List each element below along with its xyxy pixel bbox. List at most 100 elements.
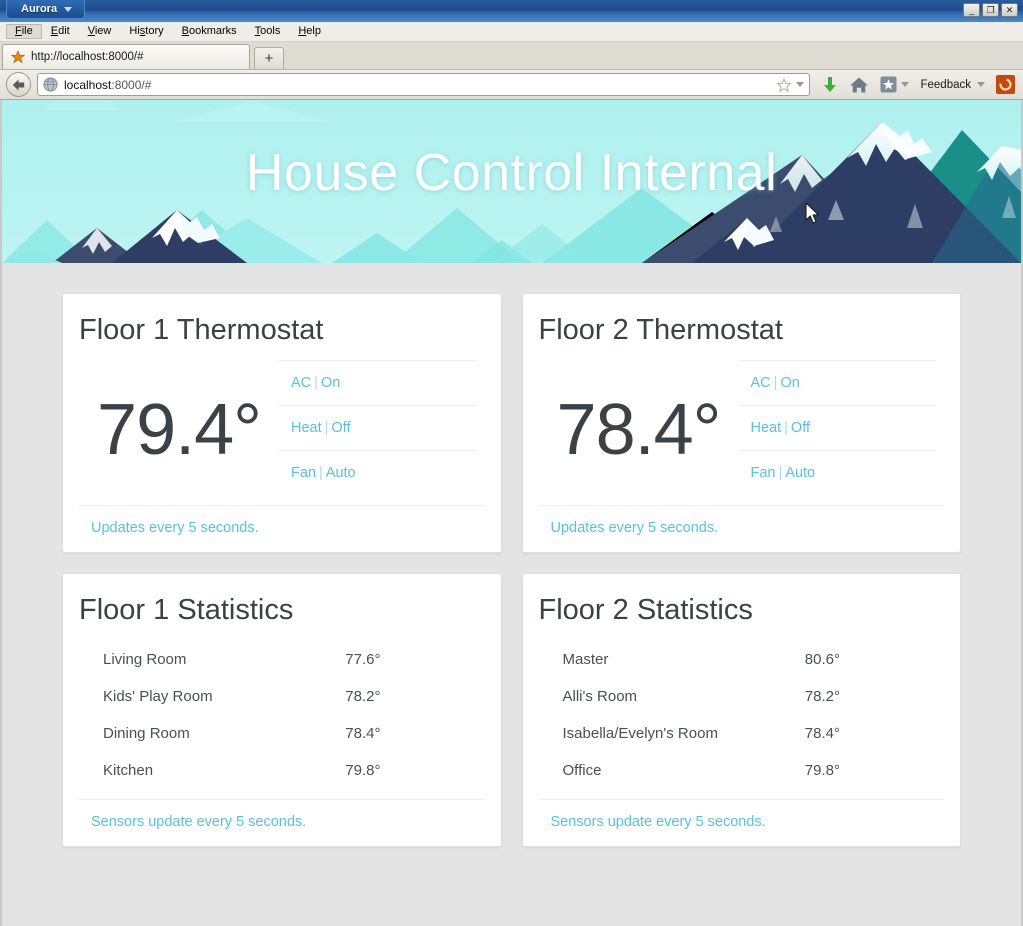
room-temperature: 77.6° xyxy=(345,650,381,668)
page-title: House Control Internal xyxy=(245,143,778,202)
menu-history[interactable]: History xyxy=(120,24,172,39)
thermostat-body: 79.4° AC | On Heat | Off Fan | Auto xyxy=(79,352,485,495)
menu-view[interactable]: View xyxy=(79,24,121,39)
new-tab-label: + xyxy=(264,50,274,67)
download-arrow-icon[interactable] xyxy=(822,76,838,94)
room-temperature: 78.4° xyxy=(804,724,840,742)
dashboard-grid: Floor 1 Thermostat 79.4° AC | On Heat | Off … xyxy=(2,263,1021,847)
hero-banner: House Control Internal xyxy=(2,100,1021,263)
table-row: Kitchen 79.8° xyxy=(79,752,485,789)
extension-icon[interactable] xyxy=(996,75,1015,94)
card-title: Floor 1 Thermostat xyxy=(79,314,324,346)
mode-value: On xyxy=(320,375,341,392)
menu-tools[interactable]: Tools xyxy=(246,24,290,39)
close-button[interactable]: ✕ xyxy=(1001,3,1018,17)
chevron-down-icon xyxy=(64,6,73,12)
browser-window: Aurora _ ❐ ✕ File Edit View History Book… xyxy=(0,0,1023,926)
mode-name: Fan xyxy=(291,465,316,482)
feedback-label: Feedback xyxy=(920,78,971,91)
minimize-button[interactable]: _ xyxy=(963,3,980,17)
app-menu-label: Aurora xyxy=(21,3,58,15)
toolbar-icons: Feedback xyxy=(816,75,1017,94)
card-footer-note[interactable]: Updates every 5 seconds. xyxy=(538,505,944,552)
window-controls: _ ❐ ✕ xyxy=(963,3,1018,17)
menu-bookmarks[interactable]: Bookmarks xyxy=(173,24,246,39)
address-dropdown-icon[interactable] xyxy=(796,82,805,87)
room-temperature: 78.2° xyxy=(804,687,840,705)
mode-row-ac[interactable]: AC | On xyxy=(279,360,477,405)
close-icon: ✕ xyxy=(1005,4,1014,15)
room-temperature: 79.8° xyxy=(804,761,840,779)
mode-value: Off xyxy=(331,420,351,437)
card-title: Floor 2 Thermostat xyxy=(538,314,783,346)
room-name: Living Room xyxy=(103,650,187,668)
card-title: Floor 2 Statistics xyxy=(538,594,753,627)
home-icon[interactable] xyxy=(849,76,869,94)
bookmarks-menu[interactable] xyxy=(880,76,910,93)
minimize-icon: _ xyxy=(968,4,974,15)
back-arrow-icon xyxy=(12,79,25,90)
table-row: Dining Room 78.4° xyxy=(79,715,485,752)
menu-bar: File Edit View History Bookmarks Tools H… xyxy=(0,22,1023,42)
mode-name: AC xyxy=(291,375,312,392)
room-name: Master xyxy=(562,650,609,668)
table-row: Living Room 77.6° xyxy=(79,641,485,678)
statistics-list: Living Room 77.6° Kids' Play Room 78.2° … xyxy=(79,633,485,789)
page-viewport: House Control Internal Floor 1 Thermosta… xyxy=(0,100,1023,926)
room-name: Dining Room xyxy=(103,724,190,742)
title-bar: Aurora _ ❐ ✕ xyxy=(0,0,1023,22)
feedback-button[interactable]: Feedback xyxy=(920,79,985,91)
mode-value: Auto xyxy=(785,465,816,482)
room-name: Isabella/Evelyn's Room xyxy=(562,724,718,742)
bookmarks-dropdown-icon xyxy=(901,82,910,87)
room-name: Office xyxy=(562,761,602,779)
mode-name: Heat xyxy=(291,420,322,437)
star-icon xyxy=(11,50,25,64)
app-menu-button[interactable]: Aurora xyxy=(6,0,86,19)
url-host: localhost xyxy=(64,77,112,92)
current-temperature: 79.4° xyxy=(97,390,262,471)
mode-list: AC | On Heat | Off Fan | Auto xyxy=(738,360,945,495)
tab-title: http://localhost:8000/# xyxy=(31,51,144,63)
mode-row-fan[interactable]: Fan | Auto xyxy=(279,450,477,495)
menu-help[interactable]: Help xyxy=(289,24,330,39)
mode-name: Heat xyxy=(750,420,782,437)
card-floor-2-statistics: Floor 2 Statistics Master 80.6° Alli's R… xyxy=(521,573,961,847)
mode-row-heat[interactable]: Heat | Off xyxy=(279,405,477,450)
browser-tab[interactable]: http://localhost:8000/# xyxy=(2,44,250,69)
url-path: :8000/# xyxy=(111,77,152,92)
menu-file[interactable]: File xyxy=(6,24,42,39)
mode-value: Auto xyxy=(325,465,356,482)
card-title: Floor 1 Statistics xyxy=(79,594,294,627)
room-temperature: 78.2° xyxy=(345,687,381,705)
room-name: Kitchen xyxy=(103,761,154,779)
extension-glyph-icon xyxy=(999,78,1012,91)
card-footer-note[interactable]: Sensors update every 5 seconds. xyxy=(538,798,944,846)
bookmark-star-icon[interactable] xyxy=(776,77,793,93)
card-footer-note[interactable]: Sensors update every 5 seconds. xyxy=(79,798,485,846)
mode-row-heat[interactable]: Heat | Off xyxy=(738,405,936,450)
card-floor-1-thermostat: Floor 1 Thermostat 79.4° AC | On Heat | Off … xyxy=(62,293,502,554)
table-row: Master 80.6° xyxy=(539,641,945,678)
back-button[interactable] xyxy=(6,72,31,97)
mode-row-ac[interactable]: AC | On xyxy=(738,360,936,405)
menu-edit[interactable]: Edit xyxy=(42,24,79,39)
room-name: Alli's Room xyxy=(562,687,638,705)
card-footer-note[interactable]: Updates every 5 seconds. xyxy=(79,505,485,552)
address-bar-actions xyxy=(776,77,805,93)
mode-name: Fan xyxy=(750,465,776,482)
statistics-list: Master 80.6° Alli's Room 78.2° Isabella/… xyxy=(539,633,945,789)
room-temperature: 79.8° xyxy=(345,761,381,779)
current-temperature: 78.4° xyxy=(556,390,722,471)
mode-value: Off xyxy=(790,420,810,437)
mode-list: AC | On Heat | Off Fan | Auto xyxy=(279,360,485,495)
room-temperature: 80.6° xyxy=(804,650,840,668)
bookmark-star-button-icon xyxy=(880,76,897,93)
address-bar[interactable]: localhost:8000/# xyxy=(37,73,811,96)
mode-row-fan[interactable]: Fan | Auto xyxy=(738,450,936,495)
new-tab-button[interactable]: + xyxy=(254,47,284,69)
mode-name: AC xyxy=(750,375,771,392)
card-floor-1-statistics: Floor 1 Statistics Living Room 77.6° Kid… xyxy=(62,573,502,847)
maximize-button[interactable]: ❐ xyxy=(982,3,999,17)
url-text: localhost:8000/# xyxy=(64,78,151,92)
